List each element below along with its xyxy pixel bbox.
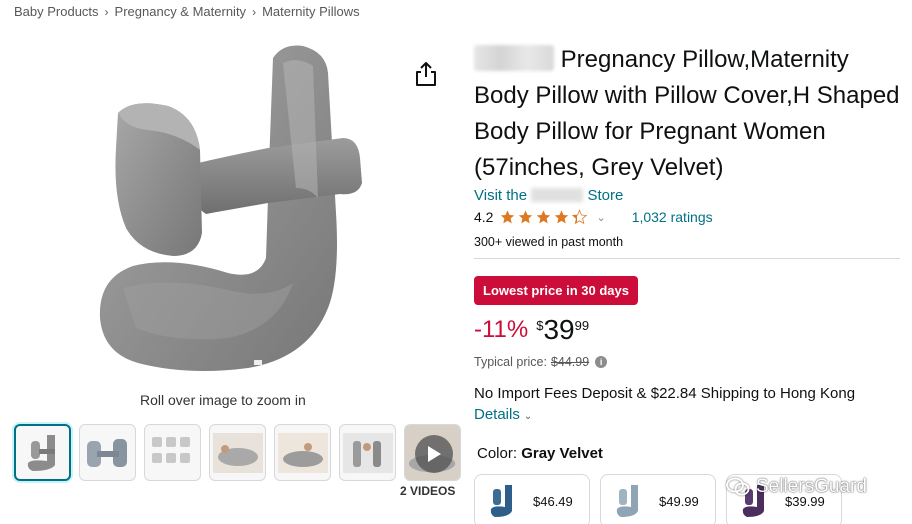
divider xyxy=(474,258,900,259)
star-icon xyxy=(537,210,551,224)
color-value: Gray Velvet xyxy=(521,445,603,462)
thumbnail-strip xyxy=(14,424,461,481)
swatch-image xyxy=(490,485,512,517)
brand-name-blurred xyxy=(474,45,554,71)
star-icon xyxy=(501,210,515,224)
info-icon[interactable]: i xyxy=(595,356,608,368)
rating-row: 4.2 ⌄ 1,032 ratings xyxy=(474,209,713,225)
thumbnail-2[interactable] xyxy=(79,424,136,481)
shipping-details-link[interactable]: Details ⌄ xyxy=(474,406,532,423)
thumbnail-1[interactable] xyxy=(14,424,71,481)
wechat-logo-icon xyxy=(726,477,750,496)
breadcrumb: Baby Products › Pregnancy & Maternity › … xyxy=(14,4,360,19)
play-icon xyxy=(415,435,453,473)
thumbnail-3[interactable] xyxy=(144,424,201,481)
discount-percent: -11% xyxy=(474,316,529,343)
rating-dropdown-chevron-icon[interactable]: ⌄ xyxy=(596,211,605,224)
swatch-option-2[interactable]: $49.99 xyxy=(600,474,716,524)
thumbnail-4[interactable] xyxy=(209,424,266,481)
swatch-price: $46.49 xyxy=(533,493,573,509)
store-name-blurred xyxy=(531,188,584,202)
shipping-info: No Import Fees Deposit & $22.84 Shipping… xyxy=(474,385,856,402)
breadcrumb-separator: › xyxy=(252,4,257,19)
price-whole: 39 xyxy=(543,314,575,345)
swatch-image xyxy=(616,485,638,517)
star-rating[interactable] xyxy=(499,209,588,225)
color-selection: Color: Gray Velvet xyxy=(477,445,603,462)
watermark-text: SellersGuard xyxy=(756,476,867,497)
viewed-count: 300+ viewed in past month xyxy=(474,235,624,249)
price-fraction: 99 xyxy=(574,318,590,333)
typical-price-value: $44.99 xyxy=(550,355,590,369)
videos-label[interactable]: 2 VIDEOS xyxy=(400,484,455,498)
swatch-price: $49.99 xyxy=(659,493,699,509)
breadcrumb-pregnancy-maternity[interactable]: Pregnancy & Maternity xyxy=(115,4,247,19)
typical-price: Typical price: $44.99 i xyxy=(474,355,608,369)
share-button[interactable] xyxy=(413,60,439,88)
main-product-image[interactable] xyxy=(78,38,398,383)
breadcrumb-baby-products[interactable]: Baby Products xyxy=(14,4,99,19)
star-icon xyxy=(519,210,533,224)
details-label: Details xyxy=(474,406,520,423)
star-icon xyxy=(555,210,569,224)
typical-price-label: Typical price: xyxy=(474,355,547,369)
price-currency: $ xyxy=(536,318,544,333)
deal-badge: Lowest price in 30 days xyxy=(474,276,638,305)
price-row: -11% $ 39 99 xyxy=(474,312,589,348)
product-title: Pregnancy Pillow,Maternity Body Pillow w… xyxy=(474,42,904,186)
rating-value: 4.2 xyxy=(474,209,494,225)
breadcrumb-separator: › xyxy=(104,4,109,19)
thumbnail-5[interactable] xyxy=(274,424,331,481)
thumbnail-video[interactable] xyxy=(404,424,461,481)
zoom-hint: Roll over image to zoom in xyxy=(140,392,306,408)
thumbnail-6[interactable] xyxy=(339,424,396,481)
store-suffix: Store xyxy=(587,187,624,204)
color-label: Color: xyxy=(477,445,518,462)
store-prefix: Visit the xyxy=(474,187,528,204)
breadcrumb-maternity-pillows[interactable]: Maternity Pillows xyxy=(262,4,360,19)
visit-store-link[interactable]: Visit the Store xyxy=(474,187,623,204)
ratings-count-link[interactable]: 1,032 ratings xyxy=(632,209,713,225)
watermark: SellersGuard xyxy=(726,476,867,498)
swatch-option-1[interactable]: $46.49 xyxy=(474,474,590,524)
star-partial-icon xyxy=(572,209,588,225)
share-icon xyxy=(416,62,436,86)
chevron-down-icon: ⌄ xyxy=(523,411,533,422)
